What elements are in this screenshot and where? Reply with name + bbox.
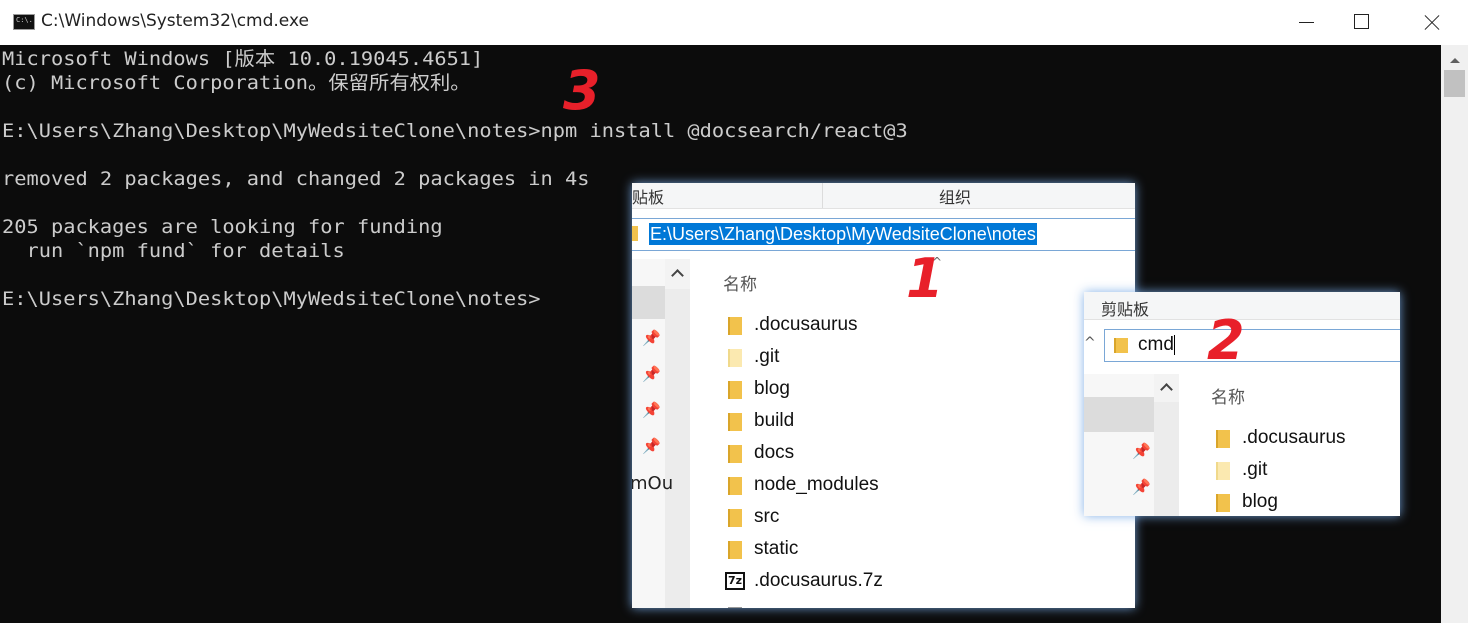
file-list-item[interactable]: .git xyxy=(1216,458,1396,486)
console-line: removed 2 packages, and changed 2 packag… xyxy=(2,168,590,190)
close-button[interactable] xyxy=(1409,0,1455,45)
text-cursor xyxy=(1173,334,1175,355)
file-name: .docusaurus xyxy=(754,314,858,335)
folder-icon xyxy=(728,317,742,335)
pin-icon: 📌 xyxy=(642,437,661,455)
up-caret-icon[interactable]: ^ xyxy=(1084,335,1096,351)
file-name: static xyxy=(754,538,799,559)
file-name: blog xyxy=(1242,491,1278,512)
ribbon-group-organize: 组织 xyxy=(939,188,972,207)
file-name: docs xyxy=(754,442,795,463)
console-line: (c) Microsoft Corporation。保留所有权利。 xyxy=(2,72,471,94)
file-list-item[interactable]: src xyxy=(728,505,1108,533)
file-name: .docusaurus.7z xyxy=(754,570,883,591)
address-input[interactable]: cmd xyxy=(1138,334,1175,356)
file-list-item[interactable]: static xyxy=(728,537,1108,565)
scroll-up-arrow-icon[interactable] xyxy=(665,259,690,289)
console-scrollbar[interactable] xyxy=(1441,45,1468,623)
address-path-selected[interactable]: E:\Users\Zhang\Desktop\MyWedsiteClone\no… xyxy=(649,223,1037,245)
console-prompt-line: E:\Users\Zhang\Desktop\MyWedsiteClone\no… xyxy=(2,288,541,310)
column-header-name[interactable]: 名称 xyxy=(1211,383,1245,408)
pin-icon: 📌 xyxy=(642,365,661,383)
file-name: .git xyxy=(754,346,780,367)
folder-icon xyxy=(1216,494,1230,512)
file-name: build xyxy=(754,410,795,431)
folder-icon xyxy=(1114,338,1128,353)
console-line: Microsoft Windows [版本 10.0.19045.4651] xyxy=(2,48,484,70)
file-list-item[interactable]: .docusaurus xyxy=(1216,426,1396,454)
step-3-annotation: 3 xyxy=(563,59,601,122)
step-2-annotation: 2 xyxy=(1207,309,1245,372)
file-list-item[interactable]: build xyxy=(728,409,1108,437)
file-name: node_modules xyxy=(754,474,879,495)
ribbon-group-clipboard: 剪贴板 xyxy=(1101,300,1150,319)
file-name: .docusaurus xyxy=(1242,427,1346,448)
7z-archive-icon: 7z xyxy=(725,572,745,590)
navigation-selected-item[interactable] xyxy=(1084,397,1154,432)
ribbon-group-clipboard: 贴板 xyxy=(632,188,665,207)
file-list-item[interactable]: blog xyxy=(728,377,1108,405)
folder-icon xyxy=(632,226,638,241)
file-icon xyxy=(728,607,742,608)
navigation-selected-item[interactable] xyxy=(632,286,665,319)
folder-icon xyxy=(1216,430,1230,448)
navigation-item-label[interactable]: mOu xyxy=(632,473,673,494)
file-list-item[interactable]: .git xyxy=(728,345,1108,373)
file-list-item[interactable]: .docusaurus xyxy=(728,313,1108,341)
file-name: .git xyxy=(1242,459,1268,480)
folder-icon xyxy=(728,445,742,463)
explorer-window-path-copy: 贴板 组织 E:\Users\Zhang\Desktop\MyWedsiteCl… xyxy=(632,183,1135,608)
navigation-scrollbar[interactable] xyxy=(665,259,690,608)
cmd-icon: C:\. xyxy=(13,14,35,30)
file-list-item[interactable]: docs xyxy=(728,441,1108,469)
scroll-thumb[interactable] xyxy=(1444,70,1465,97)
file-list-item-partial[interactable] xyxy=(728,601,1108,608)
ribbon: 贴板 组织 xyxy=(632,183,1135,209)
address-bar[interactable]: cmd xyxy=(1104,329,1400,362)
file-name: blog xyxy=(754,378,790,399)
window-title: C:\Windows\System32\cmd.exe xyxy=(41,11,309,31)
pin-icon: 📌 xyxy=(642,329,661,347)
folder-icon xyxy=(728,477,742,495)
console-line: E:\Users\Zhang\Desktop\MyWedsiteClone\no… xyxy=(2,120,908,142)
scroll-up-arrow-icon[interactable] xyxy=(1154,374,1179,402)
pin-icon: 📌 xyxy=(1132,478,1151,496)
scroll-up-arrow-icon[interactable] xyxy=(1441,50,1468,70)
folder-icon xyxy=(728,349,742,367)
folder-icon xyxy=(728,509,742,527)
address-bar[interactable]: E:\Users\Zhang\Desktop\MyWedsiteClone\no… xyxy=(632,218,1135,251)
title-bar: C:\. C:\Windows\System32\cmd.exe xyxy=(0,0,1468,45)
minimize-button[interactable] xyxy=(1283,0,1329,45)
folder-icon xyxy=(1216,462,1230,480)
maximize-button[interactable] xyxy=(1338,0,1384,45)
file-list-item[interactable]: 7z .docusaurus.7z xyxy=(725,569,1108,597)
pin-icon: 📌 xyxy=(642,401,661,419)
pin-icon: 📌 xyxy=(1132,442,1151,460)
console-line: 205 packages are looking for funding xyxy=(2,216,443,238)
folder-icon xyxy=(728,541,742,559)
file-list-item[interactable]: node_modules xyxy=(728,473,1108,501)
console-line: run `npm fund` for details xyxy=(2,240,345,262)
step-1-annotation: 1 xyxy=(906,247,944,310)
file-list-item[interactable]: blog xyxy=(1216,490,1396,516)
folder-icon xyxy=(728,413,742,431)
file-name: src xyxy=(754,506,780,527)
ribbon-divider xyxy=(822,183,823,208)
column-header-name[interactable]: 名称 xyxy=(723,270,757,295)
folder-icon xyxy=(728,381,742,399)
